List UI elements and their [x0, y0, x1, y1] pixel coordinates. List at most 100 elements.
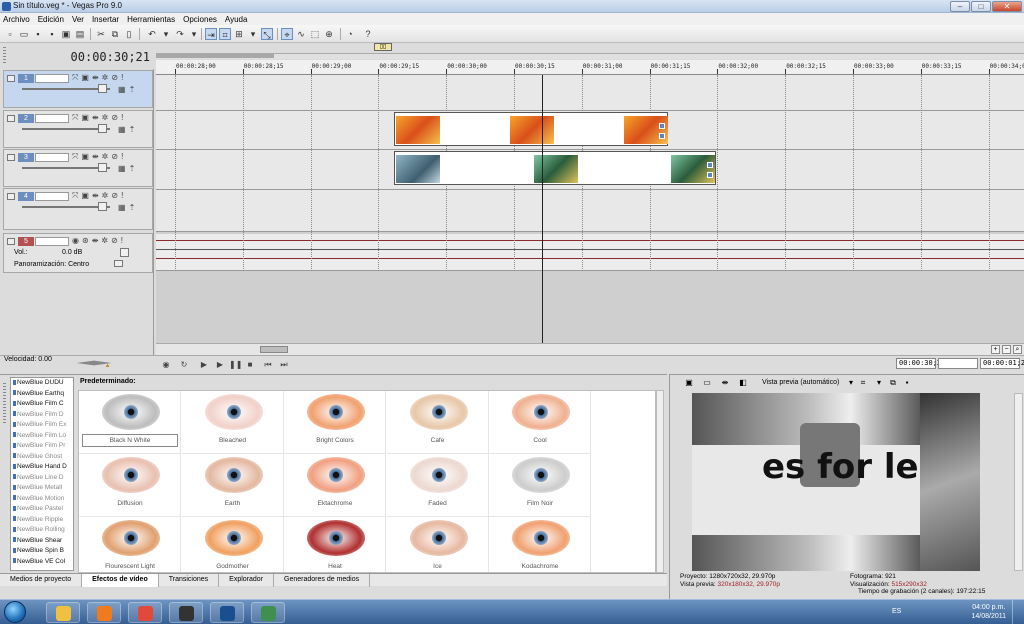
effect-preset[interactable]: Bright Colors	[284, 391, 386, 454]
collapse-icon[interactable]	[7, 75, 15, 82]
clip-fx-icon[interactable]	[659, 133, 665, 139]
level-slider-knob[interactable]	[98, 124, 107, 133]
solo-icon[interactable]: !	[121, 152, 123, 162]
play-from-start-icon[interactable]: ▶	[198, 359, 210, 371]
taskbar-app-button[interactable]	[128, 602, 162, 623]
preview-quality-select[interactable]: Vista previa (automático)	[762, 379, 839, 386]
external-monitor-icon[interactable]: ▭	[702, 378, 712, 388]
fx-icon[interactable]: ⇼	[92, 113, 99, 123]
tab-efectos-video[interactable]: Efectos de vídeo	[82, 574, 159, 587]
collapse-icon[interactable]	[7, 193, 15, 200]
effect-preset[interactable]: Heat	[284, 517, 386, 572]
track-name-field[interactable]	[35, 237, 69, 246]
video-clip[interactable]	[394, 151, 716, 185]
volume-slider-knob[interactable]	[120, 248, 129, 257]
effect-preset[interactable]: Faded	[386, 454, 489, 517]
parent-icon[interactable]: ⇡	[129, 164, 136, 173]
copy-snapshot-icon[interactable]: ⧉	[888, 378, 898, 388]
plugin-list-item[interactable]: NewBlue Spin B	[11, 546, 73, 557]
plugin-list-item[interactable]: NewBlue Rolling	[11, 525, 73, 536]
gear-icon[interactable]: ✲	[102, 113, 109, 123]
video-clip[interactable]	[394, 112, 668, 146]
selection-tool-icon[interactable]: ⬚	[309, 28, 321, 40]
auto-ripple-icon[interactable]: ⇥	[205, 28, 217, 40]
track-header-1[interactable]: 1 ⤧ ▣ ⇼ ✲ ⊘! ▦ ⇡	[3, 70, 153, 108]
parent-icon[interactable]: ⇡	[129, 203, 136, 212]
tab-generadores-medios[interactable]: Generadores de medios	[274, 574, 371, 587]
pan-crop-icon[interactable]	[659, 123, 665, 129]
new-icon[interactable]: ▫	[4, 28, 16, 40]
time-scale[interactable]: 00:00:28;00 00:00:28;15 00:00:29;00 00:00:2…	[156, 60, 1024, 75]
panel-grip[interactable]	[3, 383, 6, 423]
effect-preset[interactable]: Ektachrome	[284, 454, 386, 517]
effect-preset[interactable]: Cafe	[386, 391, 489, 454]
menu-archivo[interactable]: Archivo	[3, 15, 30, 24]
plugin-list-item[interactable]: NewBlue Pastel	[11, 504, 73, 515]
track-header-3[interactable]: 3 ⤧ ▣ ⇼ ✲ ⊘! ▦ ⇡	[3, 149, 153, 187]
parent-icon[interactable]: ⇡	[129, 125, 136, 134]
effect-preset[interactable]: Godmother	[182, 517, 284, 572]
open-icon[interactable]: ▭	[18, 28, 30, 40]
effect-preset[interactable]: Kodachrome	[489, 517, 591, 572]
grip-handle[interactable]	[3, 47, 6, 65]
play-icon[interactable]: ▶	[214, 359, 226, 371]
taskbar-app-button[interactable]	[87, 602, 121, 623]
track-header-2[interactable]: 2 ⤧ ▣ ⇼ ✲ ⊘! ▦ ⇡	[3, 110, 153, 148]
chevron-down-icon[interactable]: ▾	[874, 378, 884, 388]
motion-icon[interactable]: ⤧	[72, 113, 78, 123]
loop-region-bar[interactable]	[156, 54, 274, 58]
compositing-icon[interactable]: ▣	[81, 113, 89, 123]
menu-insertar[interactable]: Insertar	[92, 15, 119, 24]
taskbar-app-button[interactable]	[210, 602, 244, 623]
save-snapshot-icon[interactable]: ▪	[902, 378, 912, 388]
plugin-list[interactable]: NewBlue DUDU NewBlue Earthq NewBlue Film C…	[10, 377, 74, 571]
plugin-list-item[interactable]: NewBlue Earthq	[11, 389, 73, 400]
record-icon[interactable]: ◉	[160, 359, 172, 371]
cut-icon[interactable]: ✂	[95, 28, 107, 40]
plugin-list-item[interactable]: NewBlue Shear	[11, 536, 73, 547]
cursor-position-field[interactable]: 00:00:30;21	[896, 358, 945, 369]
compositing-icon[interactable]: ▣	[81, 191, 89, 201]
mute-icon[interactable]: ⊘	[111, 191, 118, 201]
render-icon[interactable]: ▣	[60, 28, 72, 40]
show-desktop-button[interactable]	[1012, 600, 1024, 624]
zoom-in-icon[interactable]: +	[991, 345, 1000, 354]
snap-icon[interactable]: ⌗	[219, 28, 231, 40]
composite-mode-icon[interactable]: ▦	[118, 164, 126, 173]
record-arm-icon[interactable]: ◉	[72, 236, 79, 245]
effect-preset[interactable]: Earth	[181, 454, 284, 517]
overlays-icon[interactable]: ⌗	[858, 378, 868, 388]
level-slider-knob[interactable]	[98, 202, 107, 211]
start-button[interactable]	[4, 601, 26, 623]
plugin-list-item[interactable]: NewBlue Hand D	[11, 462, 73, 473]
pan-crop-icon[interactable]	[707, 162, 713, 168]
solo-icon[interactable]: !	[121, 191, 123, 201]
fx-icon[interactable]: ⇼	[92, 73, 99, 83]
timeline-area[interactable]	[156, 75, 1024, 343]
level-slider-knob[interactable]	[98, 84, 107, 93]
track-name-field[interactable]	[35, 74, 69, 83]
plugin-list-item[interactable]: NewBlue DUDU	[11, 378, 73, 389]
go-to-end-icon[interactable]: ⏭	[278, 359, 290, 371]
plugin-list-item[interactable]: NewBlue VE Col	[11, 557, 73, 568]
save-icon[interactable]: ▪	[32, 28, 44, 40]
scroll-thumb[interactable]	[260, 346, 288, 353]
redo-icon[interactable]: ↷	[174, 28, 186, 40]
normal-edit-tool-icon[interactable]: ⤡	[261, 28, 273, 40]
envelope-tool-icon[interactable]: ∿	[295, 28, 307, 40]
compositing-icon[interactable]: ▣	[81, 152, 89, 162]
help-icon[interactable]: ?	[362, 28, 374, 40]
effect-preset[interactable]: Diffusion	[79, 454, 181, 517]
minimize-button[interactable]: –	[950, 1, 970, 12]
selection-length-field[interactable]: 00:00:01;26	[980, 358, 1024, 369]
menu-ver[interactable]: Ver	[72, 15, 84, 24]
track-name-field[interactable]	[35, 192, 69, 201]
motion-icon[interactable]: ⤧	[72, 191, 78, 201]
gear-icon[interactable]: ✲	[102, 152, 109, 162]
mute-icon[interactable]: ⊘	[111, 236, 118, 245]
track-header-audio-5[interactable]: 5 ◉ ⊛ ⇼ ✲ ⊘! Vol.: 0.0 dB Panoramización: Ce…	[3, 233, 153, 273]
taskbar-app-button[interactable]	[251, 602, 285, 623]
chevron-down-icon[interactable]: ▾	[846, 378, 856, 388]
selection-start-field[interactable]	[938, 358, 978, 369]
go-to-start-icon[interactable]: ⏮	[262, 359, 274, 371]
